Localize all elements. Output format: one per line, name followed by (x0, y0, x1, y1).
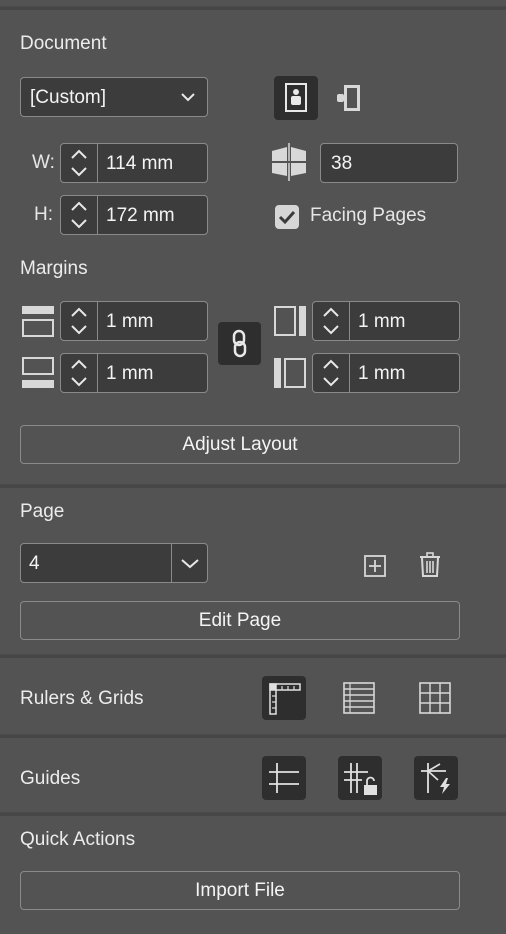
checkmark-icon (278, 210, 296, 225)
margin-top-stepper[interactable]: 1 mm (60, 301, 208, 341)
page-section-title: Page (20, 501, 65, 522)
margins-section-title: Margins (20, 258, 88, 279)
guides-icon (269, 763, 299, 793)
pages-count-icon (270, 143, 308, 181)
chevron-down-icon (181, 93, 195, 102)
document-grid-icon[interactable] (416, 680, 454, 716)
page-select-dropdown-toggle[interactable] (171, 544, 208, 582)
stepper-arrows-icon (323, 359, 339, 387)
ruler-icon (269, 683, 301, 715)
section-divider (0, 734, 506, 738)
page-select-value: 4 (29, 553, 40, 574)
height-label: H: (34, 204, 53, 225)
margin-inside-stepper-arrows[interactable] (313, 302, 350, 340)
add-page-icon[interactable] (363, 554, 387, 578)
chevron-down-icon (181, 559, 199, 569)
rulers-grids-section-title: Rulers & Grids (20, 688, 144, 709)
pages-count-input[interactable]: 38 (320, 143, 458, 183)
margin-bottom-value: 1 mm (106, 363, 154, 384)
trash-icon[interactable] (418, 552, 442, 578)
margin-bottom-icon (22, 357, 54, 388)
width-stepper[interactable]: 114 mm (60, 143, 208, 183)
margin-outside-value: 1 mm (358, 363, 406, 384)
document-preset-dropdown[interactable]: [Custom] (20, 77, 208, 117)
stepper-arrows-icon (71, 149, 87, 177)
margin-top-stepper-arrows[interactable] (61, 302, 98, 340)
show-guides-button[interactable] (262, 756, 306, 800)
stepper-arrows-icon (71, 307, 87, 335)
margin-inside-stepper[interactable]: 1 mm (312, 301, 460, 341)
margin-inside-value: 1 mm (358, 311, 406, 332)
margin-top-value: 1 mm (106, 311, 154, 332)
height-value: 172 mm (106, 205, 175, 226)
height-stepper[interactable]: 172 mm (60, 195, 208, 235)
facing-pages-checkbox[interactable] (275, 205, 299, 229)
facing-pages-label: Facing Pages (310, 205, 427, 226)
width-label: W: (32, 152, 55, 173)
smart-guides-icon (421, 763, 450, 794)
stepper-arrows-icon (71, 359, 87, 387)
landscape-orientation-button[interactable] (330, 80, 366, 116)
section-divider (0, 812, 506, 816)
edit-page-button[interactable]: Edit Page (20, 601, 460, 640)
margin-bottom-stepper-arrows[interactable] (61, 354, 98, 392)
link-margins-button[interactable] (218, 322, 261, 365)
margin-top-icon (22, 306, 54, 337)
chain-link-icon (232, 329, 247, 358)
stepper-arrows-icon (323, 307, 339, 335)
portrait-icon (285, 83, 307, 112)
import-file-button[interactable]: Import File (20, 871, 460, 910)
margin-outside-stepper-arrows[interactable] (313, 354, 350, 392)
rulers-toggle-button[interactable] (262, 676, 306, 720)
page-select[interactable]: 4 (20, 543, 208, 583)
baseline-grid-icon[interactable] (340, 680, 378, 716)
section-divider (0, 484, 506, 488)
height-stepper-arrows[interactable] (61, 196, 98, 234)
portrait-orientation-button[interactable] (274, 76, 318, 120)
smart-guides-button[interactable] (414, 756, 458, 800)
top-divider (0, 6, 506, 10)
document-preset-value: [Custom] (30, 87, 107, 108)
lock-guides-button[interactable] (338, 756, 382, 800)
adjust-layout-button[interactable]: Adjust Layout (20, 425, 460, 464)
margin-outside-icon (274, 358, 306, 388)
stepper-arrows-icon (71, 201, 87, 229)
document-section-title: Document (20, 33, 107, 54)
margin-bottom-stepper[interactable]: 1 mm (60, 353, 208, 393)
margin-outside-stepper[interactable]: 1 mm (312, 353, 460, 393)
landscape-icon (337, 85, 360, 111)
pages-count-value: 38 (331, 153, 353, 174)
guides-section-title: Guides (20, 768, 81, 789)
quick-actions-section-title: Quick Actions (20, 829, 136, 850)
width-value: 114 mm (106, 153, 174, 174)
section-divider (0, 654, 506, 658)
margin-inside-icon (274, 306, 306, 336)
lock-guides-icon (344, 763, 377, 795)
width-stepper-arrows[interactable] (61, 144, 98, 182)
